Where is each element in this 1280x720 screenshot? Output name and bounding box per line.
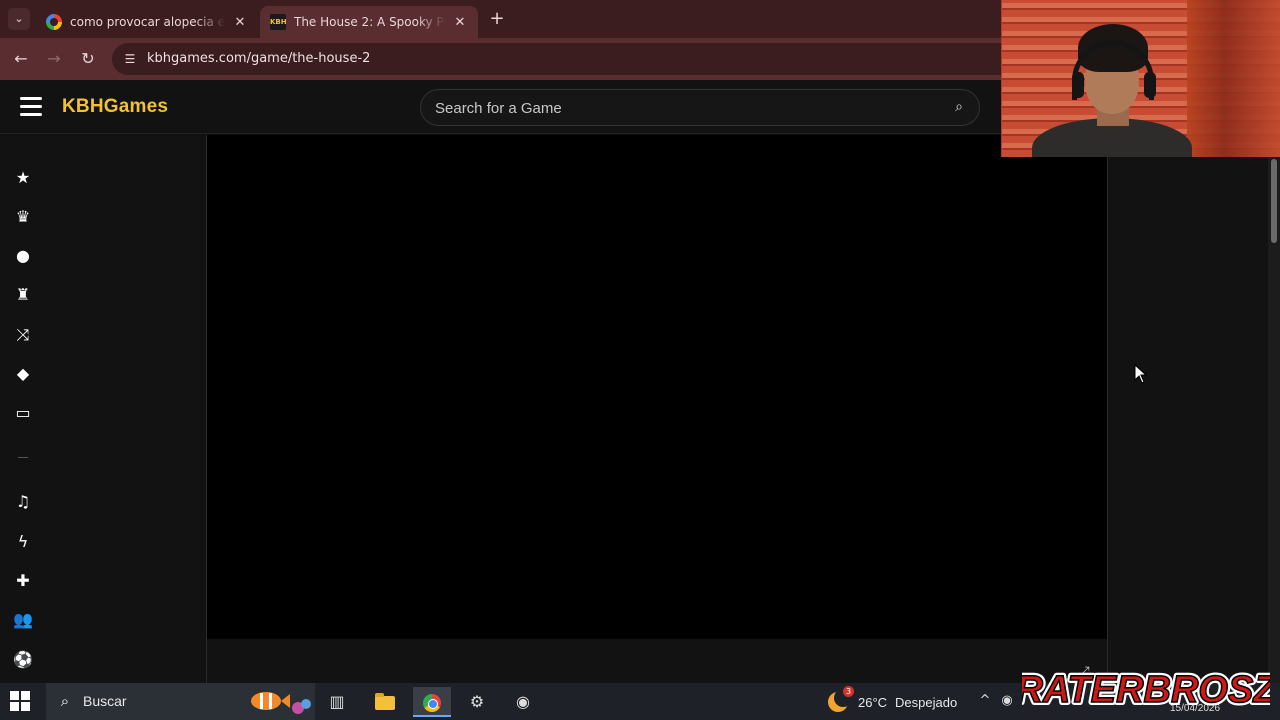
weather-temperature: 26°C [858, 694, 888, 710]
tags-icon[interactable]: ◆ [12, 363, 34, 385]
chrome-icon [423, 693, 441, 712]
new-tab-button[interactable]: + [487, 9, 507, 29]
reload-button[interactable]: ↻ [77, 48, 99, 70]
menu-icon[interactable] [20, 97, 42, 117]
settings-taskbar-button[interactable]: ⚙ [458, 687, 496, 717]
reload-icon: ↻ [81, 49, 95, 68]
webcam-overlay [1001, 0, 1280, 157]
mouse-cursor-icon [1134, 364, 1148, 384]
page-scrollbar[interactable] [1268, 135, 1280, 683]
game-search-box: ⌕ [420, 89, 980, 126]
file-explorer-button[interactable] [366, 687, 404, 717]
crown-icon[interactable]: ♛ [12, 206, 34, 228]
tab-alopecia-search[interactable]: como provocar alopecia en mi ✕ [36, 6, 258, 38]
sidebar-divider [18, 457, 28, 458]
chevron-down-icon: ⌄ [14, 12, 24, 25]
task-view-button[interactable]: ▥ [318, 687, 356, 717]
forward-button[interactable]: → [43, 48, 65, 70]
recorder-taskbar-button[interactable]: ◉ [504, 687, 542, 717]
gear-icon: ⚙ [469, 692, 485, 711]
taskbar-search[interactable]: ⌕ Buscar [46, 683, 315, 720]
desktop-icon[interactable]: ▭ [12, 402, 34, 424]
site-info-icon[interactable]: ☰ [122, 51, 138, 67]
clownfish-icon [251, 692, 311, 714]
game-frame[interactable] [206, 135, 1108, 639]
google-icon [46, 14, 62, 30]
arrow-right-icon: → [47, 49, 61, 68]
screen: ⌄ como provocar alopecia en mi ✕ KBH The… [0, 0, 1280, 720]
task-view-icon: ▥ [329, 692, 345, 711]
chevron-up-icon[interactable]: ^ [976, 692, 994, 710]
users-icon[interactable]: 👥 [12, 609, 34, 631]
tab-search-button[interactable]: ⌄ [8, 8, 30, 30]
raterbrosz-logo: RATERBROSZ RATERBROSZ [1022, 666, 1270, 714]
chrome-taskbar-button[interactable] [413, 687, 451, 717]
close-icon[interactable]: ✕ [232, 15, 248, 30]
close-icon[interactable]: ✕ [452, 15, 468, 30]
windows-start-icon[interactable] [10, 691, 30, 711]
fire-icon[interactable]: ● [12, 245, 34, 267]
plus-icon: + [489, 8, 505, 29]
lightning-icon[interactable]: ϟ [12, 531, 34, 553]
tab-title: como provocar alopecia en mi [70, 15, 226, 29]
tab-the-house-2[interactable]: KBH The House 2: A Spooky Point-a ✕ [260, 6, 478, 38]
category-sidebar: ★ ♛ ● ♜ ⤨ ◆ ▭ ♫ ϟ ✚ 👥 ⚽ [0, 135, 46, 683]
game-search-input[interactable] [435, 97, 935, 119]
record-tray-icon[interactable]: ◉ [998, 692, 1016, 710]
arrow-left-icon: ← [14, 49, 28, 68]
soccer-ball-icon[interactable]: ⚽ [12, 649, 34, 671]
weather-description: Despejado [895, 694, 958, 710]
record-icon: ◉ [516, 692, 530, 711]
tab-title: The House 2: A Spooky Point-a [294, 15, 446, 29]
shuffle-icon[interactable]: ⤨ [12, 324, 34, 346]
star-icon[interactable]: ★ [12, 167, 34, 189]
game-controls-bar: ⤢ [206, 639, 1108, 683]
scrollbar-thumb[interactable] [1271, 159, 1277, 243]
svg-text:RATERBROSZ: RATERBROSZ [1022, 669, 1270, 711]
url-text[interactable]: kbhgames.com/game/the-house-2 [147, 51, 370, 66]
site-logo[interactable]: KBHGames [62, 96, 168, 118]
puzzle-icon[interactable]: ✚ [12, 570, 34, 592]
folder-icon [375, 692, 395, 710]
music-icon[interactable]: ♫ [12, 491, 34, 513]
trophy-icon[interactable]: ♜ [12, 284, 34, 306]
taskbar-search-label: Buscar [83, 693, 127, 709]
weather-badge: 3 [843, 686, 855, 697]
back-button[interactable]: ← [10, 48, 32, 70]
search-icon: ⌕ [60, 692, 70, 710]
search-icon[interactable]: ⌕ [951, 99, 967, 115]
kbh-favicon-icon: KBH [270, 14, 287, 30]
